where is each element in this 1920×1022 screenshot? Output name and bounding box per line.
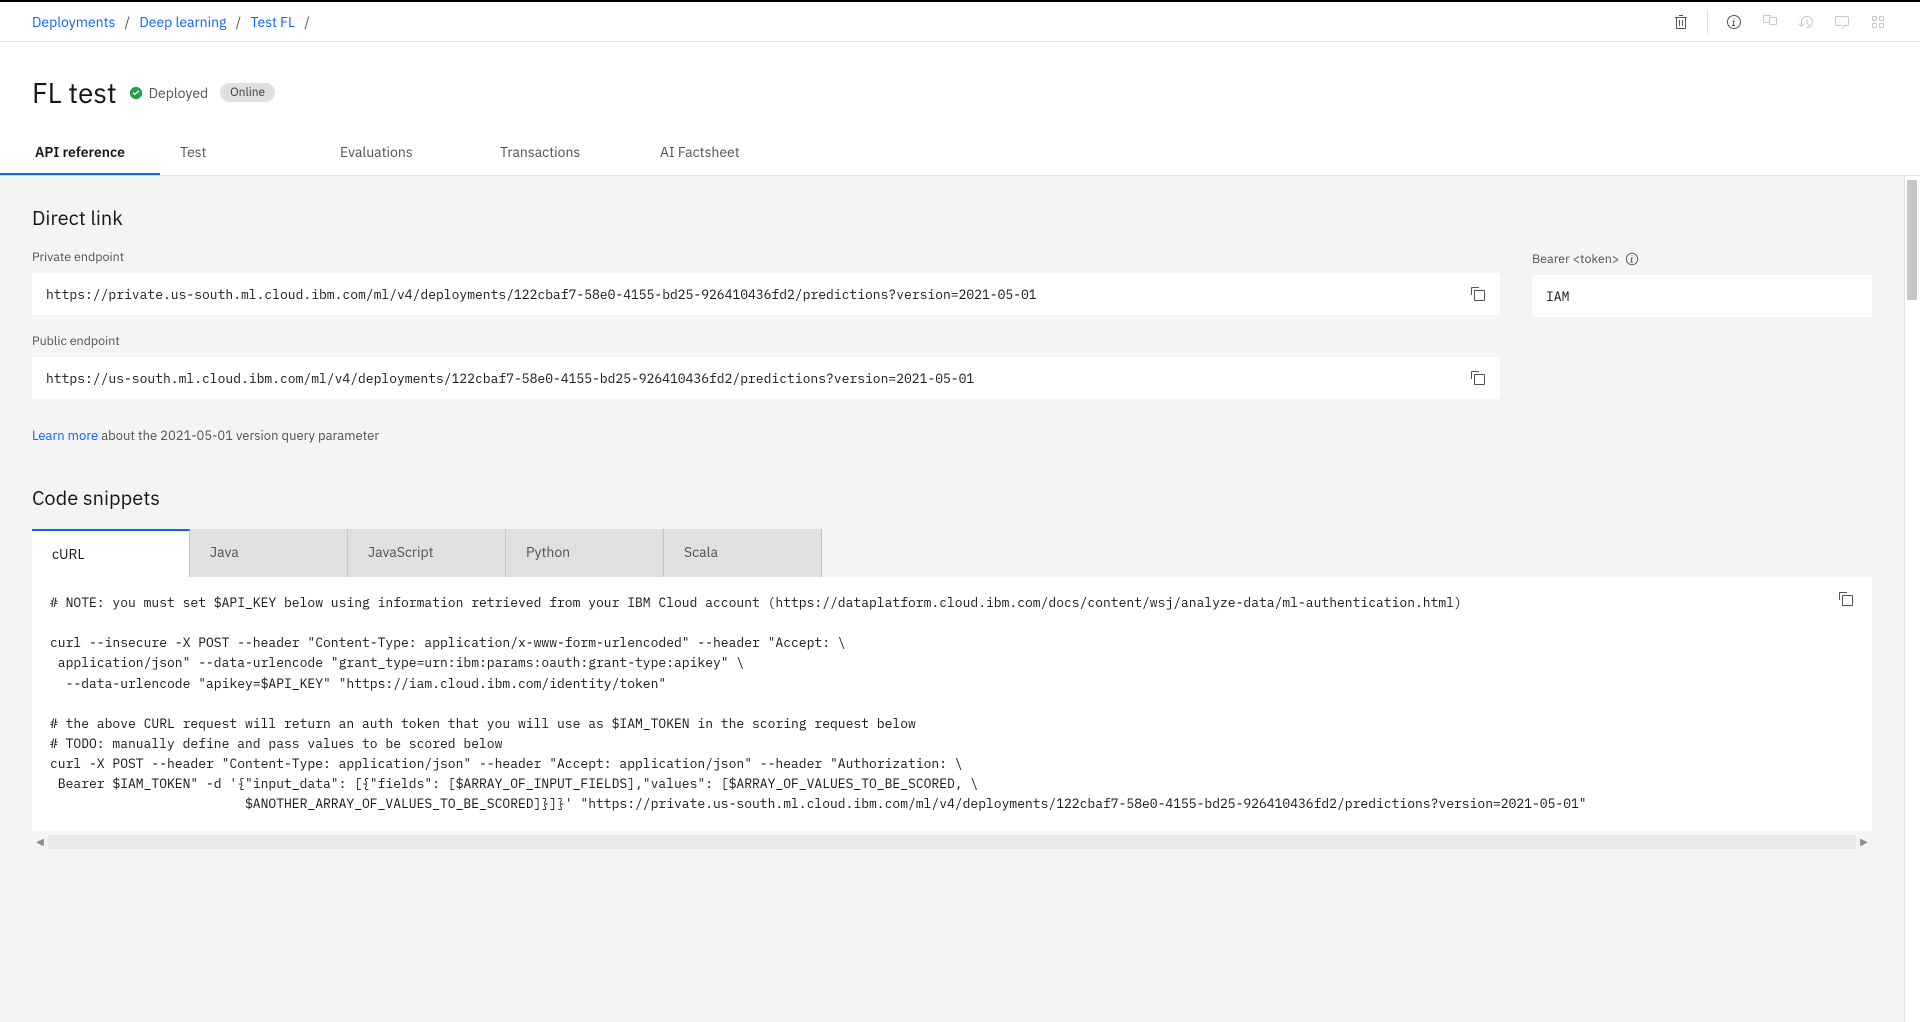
grid-icon xyxy=(1868,12,1888,32)
code-tab-java[interactable]: Java xyxy=(190,529,348,577)
private-endpoint-url: https://private.us-south.ml.cloud.ibm.co… xyxy=(46,286,1037,303)
code-tabs: cURL Java JavaScript Python Scala xyxy=(32,529,1872,577)
bearer-token-box[interactable]: IAM xyxy=(1532,275,1872,317)
status-label: Deployed xyxy=(149,84,209,102)
code-tab-scala[interactable]: Scala xyxy=(664,529,822,577)
copy-icon[interactable] xyxy=(1838,591,1854,607)
header-divider xyxy=(1707,10,1708,34)
scrollbar-thumb[interactable] xyxy=(1907,180,1917,300)
breadcrumb-sep: / xyxy=(236,13,241,31)
status-chip: Deployed xyxy=(129,84,209,102)
header: Deployments / Deep learning / Test FL / xyxy=(0,2,1920,42)
code-tab-python[interactable]: Python xyxy=(506,529,664,577)
content: Direct link Private endpoint https://pri… xyxy=(0,176,1920,1022)
tab-transactions[interactable]: Transactions xyxy=(480,131,640,175)
bearer-label: Bearer <token> xyxy=(1532,251,1639,267)
breadcrumb-deployments[interactable]: Deployments xyxy=(32,13,115,31)
scroll-right-icon[interactable]: ▶ xyxy=(1856,834,1872,850)
code-tab-curl[interactable]: cURL xyxy=(32,529,190,577)
bearer-value: IAM xyxy=(1546,288,1569,305)
private-endpoint-box: https://private.us-south.ml.cloud.ibm.co… xyxy=(32,273,1500,315)
tab-ai-factsheet[interactable]: AI Factsheet xyxy=(640,131,800,175)
copy-icon[interactable] xyxy=(1470,286,1486,302)
learn-more-text: Learn more about the 2021-05-01 version … xyxy=(32,427,1872,444)
horizontal-scrollbar[interactable]: ◀ ▶ xyxy=(32,833,1872,851)
info-icon[interactable] xyxy=(1724,12,1744,32)
public-endpoint-url: https://us-south.ml.cloud.ibm.com/ml/v4/… xyxy=(46,370,974,387)
main: FL test Deployed Online API reference Te… xyxy=(0,42,1920,1022)
main-tabs: API reference Test Evaluations Transacti… xyxy=(0,131,1920,176)
copy-icon[interactable] xyxy=(1470,370,1486,386)
info-icon[interactable] xyxy=(1625,252,1639,266)
direct-link-heading: Direct link xyxy=(32,204,1872,231)
delete-icon[interactable] xyxy=(1671,12,1691,32)
breadcrumb-asset[interactable]: Test FL xyxy=(250,13,295,31)
code-snippets-heading: Code snippets xyxy=(32,484,1872,511)
online-pill: Online xyxy=(220,83,275,102)
page-title: FL test xyxy=(32,74,117,111)
code-tab-javascript[interactable]: JavaScript xyxy=(348,529,506,577)
private-endpoint-label: Private endpoint xyxy=(32,249,1500,265)
code-block-wrap: # NOTE: you must set $API_KEY below usin… xyxy=(32,577,1872,851)
vertical-scrollbar[interactable] xyxy=(1904,176,1920,1022)
status-dot-icon xyxy=(129,86,143,100)
code-block[interactable]: # NOTE: you must set $API_KEY below usin… xyxy=(32,577,1872,831)
public-endpoint-box: https://us-south.ml.cloud.ibm.com/ml/v4/… xyxy=(32,357,1500,399)
breadcrumb: Deployments / Deep learning / Test FL / xyxy=(32,13,316,31)
public-endpoint-label: Public endpoint xyxy=(32,333,1500,349)
tab-evaluations[interactable]: Evaluations xyxy=(320,131,480,175)
tab-test[interactable]: Test xyxy=(160,131,320,175)
breadcrumb-sep: / xyxy=(125,13,130,31)
breadcrumb-project[interactable]: Deep learning xyxy=(139,13,226,31)
header-actions xyxy=(1671,10,1888,34)
tab-api-reference[interactable]: API reference xyxy=(0,131,160,175)
breadcrumb-sep: / xyxy=(304,13,309,31)
scroll-left-icon[interactable]: ◀ xyxy=(32,834,48,850)
title-row: FL test Deployed Online xyxy=(0,66,1920,131)
chat-icon xyxy=(1832,12,1852,32)
learn-more-link[interactable]: Learn more xyxy=(32,427,98,444)
history-icon xyxy=(1796,12,1816,32)
promote-icon xyxy=(1760,12,1780,32)
scroll-track[interactable] xyxy=(48,835,1856,849)
